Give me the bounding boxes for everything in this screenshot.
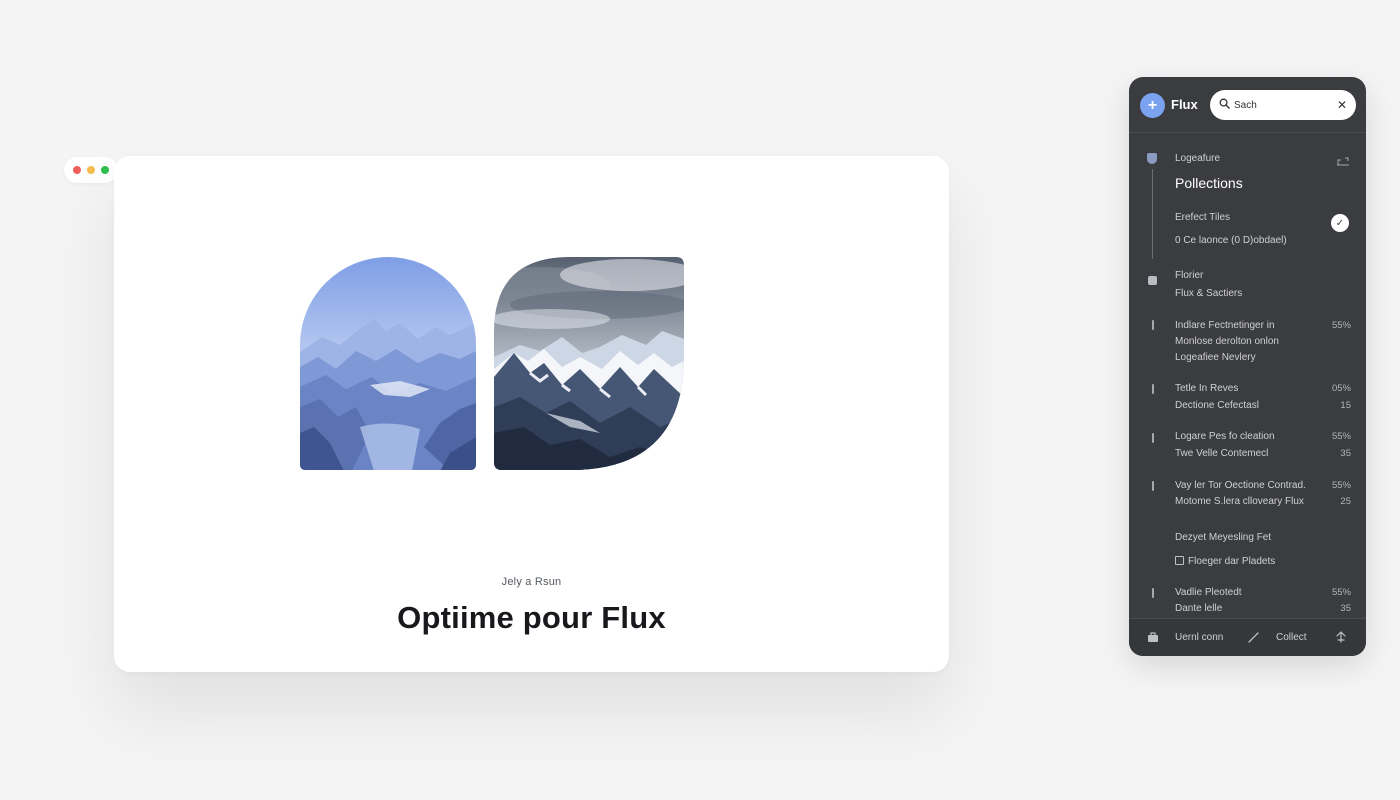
section-2-subtitle: Flux & Sactiers (1175, 288, 1243, 299)
section-5-line1[interactable]: Logare Pes fo cleation (1175, 431, 1275, 442)
section-5-value2: 35 (1340, 448, 1351, 459)
collections-title: Pollections (1175, 175, 1243, 191)
section-6-line2: Motome S.lera clloveary Flux (1175, 496, 1304, 507)
section-7-subtitle: Floeger dar Pladets (1175, 556, 1275, 567)
search-box[interactable]: ✕ (1210, 90, 1356, 120)
section-7-subtitle-text: Floeger dar Pladets (1188, 556, 1276, 567)
collections-panel: + Flux ✕ Logeafure Pollections Erefect T… (1129, 77, 1366, 656)
clear-search-icon[interactable]: ✕ (1337, 98, 1347, 112)
search-input[interactable] (1234, 96, 1330, 114)
misty-mountains-image (300, 257, 476, 470)
search-icon (1219, 98, 1230, 109)
section-4-value1: 05% (1331, 383, 1351, 394)
section-5-line2: Twe Velle Contemecl (1175, 448, 1269, 459)
footer-collect[interactable]: Collect (1276, 632, 1307, 643)
section-8-value2: 35 (1340, 603, 1351, 614)
section-1-subtitle: 0 Ce laonce (0 D)obdael) (1175, 235, 1287, 246)
expand-icon[interactable] (1336, 156, 1350, 166)
check-icon[interactable]: ✓ (1331, 214, 1349, 232)
section-4-line1[interactable]: Tetle In Reves (1175, 383, 1238, 394)
image-icon (1175, 556, 1184, 565)
section-3-value: 55% (1331, 320, 1351, 331)
section-8-value1: 55% (1331, 587, 1351, 598)
section-3-line3: Logeafiee Nevlery (1175, 352, 1256, 363)
folder-icon (1148, 276, 1157, 285)
snowy-peaks-image (494, 257, 684, 470)
timeline-connector (1152, 169, 1153, 259)
minimize-dot[interactable] (87, 166, 95, 174)
footer-connect[interactable]: Uernl conn (1175, 632, 1223, 643)
mountain-artwork (300, 257, 686, 471)
section-6-value2: 25 (1340, 496, 1351, 507)
timeline-node (1152, 433, 1154, 443)
panel-footer: Uernl conn Collect (1129, 618, 1366, 656)
section-6-value1: 55% (1331, 480, 1351, 491)
section-6-line1[interactable]: Vay ler Tor Oectione Contrad. (1175, 480, 1306, 491)
maximize-dot[interactable] (101, 166, 109, 174)
section-2-title[interactable]: Florier (1175, 270, 1203, 281)
section-3-line1[interactable]: Indlare Fectnetinger in (1175, 320, 1275, 331)
panel-header: + Flux ✕ (1129, 77, 1366, 133)
timeline-node (1152, 481, 1154, 491)
section-8-line2: Dante lelle (1175, 603, 1223, 614)
section-4-value2: 15 (1340, 400, 1351, 411)
shield-icon (1147, 153, 1157, 164)
hero-title: Optiime pour Flux (397, 600, 666, 635)
pen-icon[interactable] (1248, 632, 1259, 643)
brand-name: Flux (1171, 97, 1198, 112)
bag-icon[interactable] (1147, 631, 1159, 643)
section-8-line1[interactable]: Vadlie Pleotedt (1175, 587, 1242, 598)
timeline-node (1152, 320, 1154, 330)
flux-logo-icon[interactable]: + (1140, 93, 1165, 118)
main-card: Jely a Rsun Optiime pour Flux (114, 156, 949, 672)
section-7-title[interactable]: Dezyet Meyesling Fet (1175, 532, 1271, 543)
section-5-value1: 55% (1331, 431, 1351, 442)
timeline-node (1152, 588, 1154, 598)
section-1-title[interactable]: Erefect Tiles (1175, 212, 1230, 223)
pin-icon[interactable] (1335, 631, 1347, 643)
collections-label: Logeafure (1175, 153, 1221, 164)
close-dot[interactable] (73, 166, 81, 174)
hero-subtitle: Jely a Rsun (501, 576, 562, 588)
window-controls (64, 157, 118, 183)
section-4-line2: Dectione Cefectasl (1175, 400, 1259, 411)
section-3-line2: Monlose derolton onlon (1175, 336, 1279, 347)
timeline-node (1152, 384, 1154, 394)
